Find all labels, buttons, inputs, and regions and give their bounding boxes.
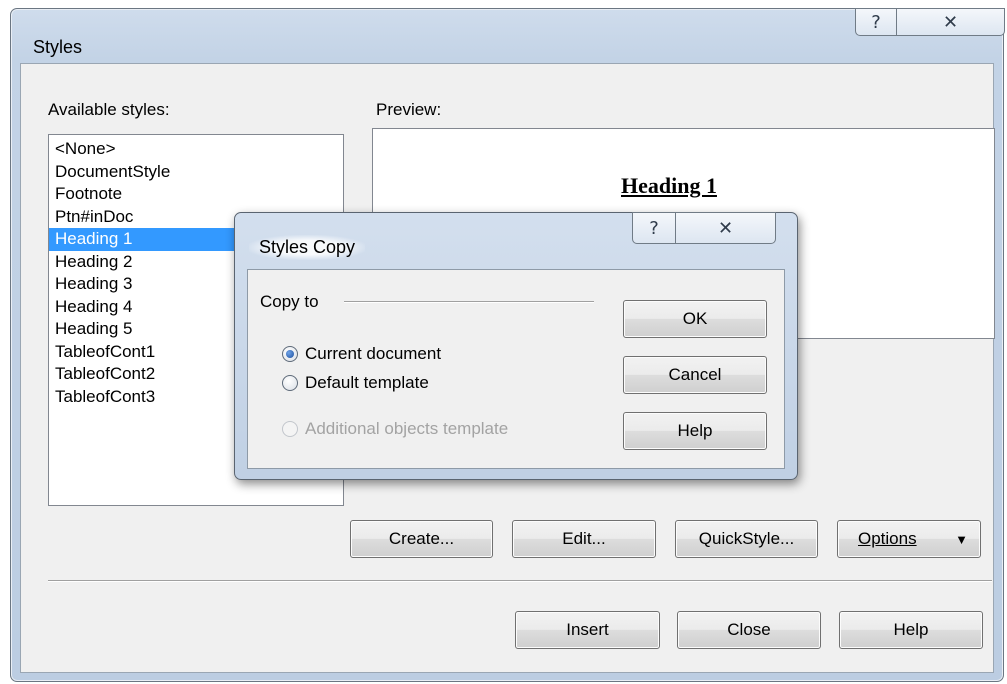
list-item[interactable]: DocumentStyle bbox=[49, 161, 343, 184]
list-item[interactable]: Footnote bbox=[49, 183, 343, 206]
close-button[interactable]: Close bbox=[677, 611, 821, 649]
cancel-button[interactable]: Cancel bbox=[623, 356, 767, 394]
radio-current-document[interactable]: Current document bbox=[282, 344, 441, 364]
copy-to-label: Copy to bbox=[260, 292, 319, 311]
styles-copy-dialog: Styles Copy ? ✕ Copy to Current document… bbox=[234, 212, 798, 480]
dialog-client-area: Copy to Current document Default templat… bbox=[247, 269, 785, 469]
caption-buttons: ? ✕ bbox=[855, 8, 1005, 36]
radio-unchecked-icon[interactable] bbox=[282, 375, 298, 391]
group-divider bbox=[344, 301, 594, 303]
insert-button[interactable]: Insert bbox=[515, 611, 660, 649]
dialog-title: Styles Copy bbox=[249, 235, 366, 260]
list-item[interactable]: <None> bbox=[49, 138, 343, 161]
close-icon[interactable]: ✕ bbox=[676, 212, 776, 244]
radio-default-template[interactable]: Default template bbox=[282, 373, 429, 393]
radio-label: Additional objects template bbox=[305, 419, 509, 438]
separator bbox=[48, 580, 992, 582]
preview-heading: Heading 1 bbox=[621, 173, 717, 198]
radio-additional-objects-template: Additional objects template bbox=[282, 419, 508, 439]
preview-label: Preview: bbox=[376, 100, 442, 119]
quickstyle-button[interactable]: QuickStyle... bbox=[675, 520, 818, 558]
dialog-help-button[interactable]: Help bbox=[623, 412, 767, 450]
options-button[interactable]: Options ▼ bbox=[837, 520, 981, 558]
available-styles-label: Available styles: bbox=[48, 100, 170, 119]
radio-label: Default template bbox=[305, 373, 429, 392]
help-icon[interactable]: ? bbox=[632, 212, 676, 244]
close-icon[interactable]: ✕ bbox=[897, 8, 1005, 36]
options-label: Options bbox=[858, 529, 917, 548]
radio-disabled-icon bbox=[282, 421, 298, 437]
radio-checked-icon[interactable] bbox=[282, 346, 298, 362]
help-icon[interactable]: ? bbox=[855, 8, 897, 36]
window-title: Styles bbox=[33, 37, 83, 57]
help-button[interactable]: Help bbox=[839, 611, 983, 649]
chevron-down-icon: ▼ bbox=[955, 531, 968, 547]
radio-label: Current document bbox=[305, 344, 442, 363]
edit-button[interactable]: Edit... bbox=[512, 520, 656, 558]
dialog-caption-buttons: ? ✕ bbox=[632, 212, 776, 244]
create-button[interactable]: Create... bbox=[350, 520, 493, 558]
ok-button[interactable]: OK bbox=[623, 300, 767, 338]
